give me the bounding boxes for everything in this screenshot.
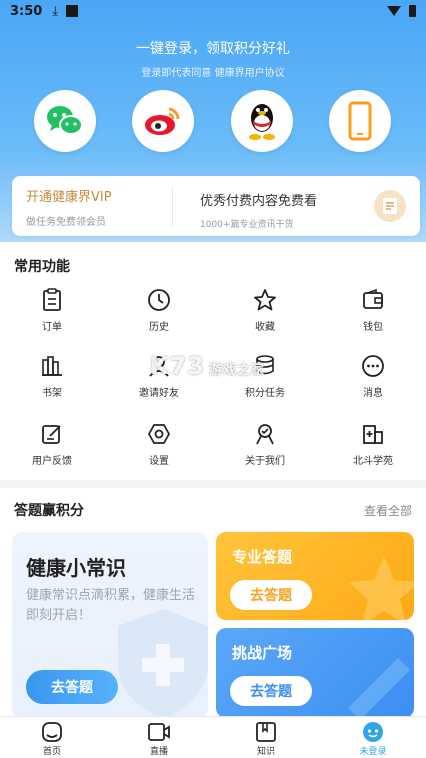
watermark: K73 游戏之家 <box>150 352 265 380</box>
qq-login-button[interactable] <box>231 90 293 152</box>
vip-card[interactable]: 开通健康界VIP 做任务免费领会员 优秀付费内容免费看 1000+篇专业资讯干货 <box>12 176 420 236</box>
section-title: 答题赢积分 <box>14 503 84 519</box>
message-icon <box>362 355 384 377</box>
bottom-tab-bar: 首页 直播 知识 未登录 <box>0 716 426 758</box>
tab-home[interactable]: 首页 <box>12 721 92 757</box>
function-label: 书架 <box>42 388 62 399</box>
feedback-icon <box>42 425 61 444</box>
live-icon <box>148 723 170 741</box>
bookshelf-icon <box>42 356 62 376</box>
phone-login-button[interactable] <box>329 90 391 152</box>
tab-knowledge[interactable]: 知识 <box>226 721 306 757</box>
clock-icon <box>148 289 170 311</box>
tab-label: 未登录 <box>359 747 387 757</box>
function-label: 邀请好友 <box>139 388 179 399</box>
notification-icon <box>66 5 79 17</box>
function-label: 历史 <box>149 322 169 333</box>
battery-icon <box>409 5 416 17</box>
pro-quiz-card[interactable]: 专业答题 去答题 <box>216 532 414 620</box>
wifi-icon <box>387 6 401 16</box>
card-title: 专业答题 <box>232 548 293 566</box>
function-label: 订单 <box>42 322 62 333</box>
wechat-login-button[interactable] <box>34 90 96 152</box>
function-label: 关于我们 <box>245 456 285 467</box>
start-quiz-button[interactable]: 去答题 <box>230 676 312 706</box>
card-title: 健康小常识 <box>26 556 126 580</box>
function-label: 用户反馈 <box>32 456 72 467</box>
login-title[interactable]: 一键登录，领取积分好礼 <box>0 38 426 58</box>
vip-content-title: 优秀付费内容免费看 <box>200 194 318 209</box>
function-item-wallet[interactable]: 钱包 <box>333 288 413 333</box>
function-item-settings[interactable]: 设置 <box>119 422 199 467</box>
weibo-icon <box>145 107 180 135</box>
academy-icon <box>363 425 383 444</box>
function-label: 消息 <box>363 388 383 399</box>
function-item-order[interactable]: 订单 <box>12 288 92 333</box>
tab-label: 知识 <box>256 747 275 757</box>
wallet-icon <box>363 288 383 309</box>
wechat-icon <box>47 106 83 135</box>
watermark-text: K73 <box>150 352 205 380</box>
function-item-about[interactable]: 关于我们 <box>225 422 305 467</box>
function-item-academy[interactable]: 北斗学苑 <box>333 422 413 467</box>
status-bar: 3:50 ⤓ <box>0 0 426 22</box>
card-title: 挑战广场 <box>232 644 293 662</box>
tab-live[interactable]: 直播 <box>119 721 199 757</box>
home-icon <box>42 722 62 742</box>
watermark-sub: 游戏之家 <box>209 363 266 378</box>
card-desc: 健康常识点滴积累，健康生活即刻开启！ <box>26 588 196 623</box>
function-label: 设置 <box>149 456 169 467</box>
section-title: 常用功能 <box>14 259 70 275</box>
login-agreement[interactable]: 登录即代表同意 健康界用户协议 <box>0 64 426 79</box>
phone-icon <box>348 101 372 141</box>
pencil-decoration-icon <box>348 658 410 718</box>
qq-icon <box>249 104 275 140</box>
function-label: 积分任务 <box>245 388 285 399</box>
divider <box>172 188 173 226</box>
tab-profile[interactable]: 未登录 <box>333 721 413 757</box>
profile-icon <box>363 722 383 742</box>
function-item-messages[interactable]: 消息 <box>333 354 413 399</box>
start-quiz-button[interactable]: 去答题 <box>26 670 118 704</box>
vip-content-desc: 1000+篇专业资讯干货 <box>200 220 294 230</box>
about-icon <box>256 424 274 445</box>
order-icon <box>43 288 61 311</box>
start-quiz-button[interactable]: 去答题 <box>230 580 312 610</box>
challenge-card[interactable]: 挑战广场 去答题 <box>216 628 414 718</box>
function-item-feedback[interactable]: 用户反馈 <box>12 422 92 467</box>
settings-icon <box>148 424 170 444</box>
health-tips-card[interactable]: 健康小常识 健康常识点滴积累，健康生活即刻开启！ 去答题 <box>12 532 208 718</box>
vip-title: 开通健康界VIP <box>26 190 112 205</box>
star-decoration-icon <box>348 556 414 620</box>
function-label: 北斗学苑 <box>353 456 393 467</box>
weibo-login-button[interactable] <box>132 90 194 152</box>
vip-desc: 做任务免费领会员 <box>26 217 106 228</box>
download-icon: ⤓ <box>52 3 59 19</box>
function-item-favorites[interactable]: 收藏 <box>225 288 305 333</box>
function-item-bookshelf[interactable]: 书架 <box>12 354 92 399</box>
view-all-link[interactable]: 查看全部 <box>364 502 412 519</box>
tab-label: 首页 <box>42 747 61 757</box>
quiz-panel: 答题赢积分 查看全部 健康小常识 健康常识点滴积累，健康生活即刻开启！ 去答题 … <box>0 488 426 718</box>
tab-label: 直播 <box>149 747 168 757</box>
star-icon <box>254 289 276 311</box>
function-label: 钱包 <box>363 322 383 333</box>
book-icon <box>256 722 276 742</box>
status-time: 3:50 <box>10 3 43 19</box>
function-item-history[interactable]: 历史 <box>119 288 199 333</box>
document-icon <box>374 190 406 222</box>
function-label: 收藏 <box>255 322 275 333</box>
